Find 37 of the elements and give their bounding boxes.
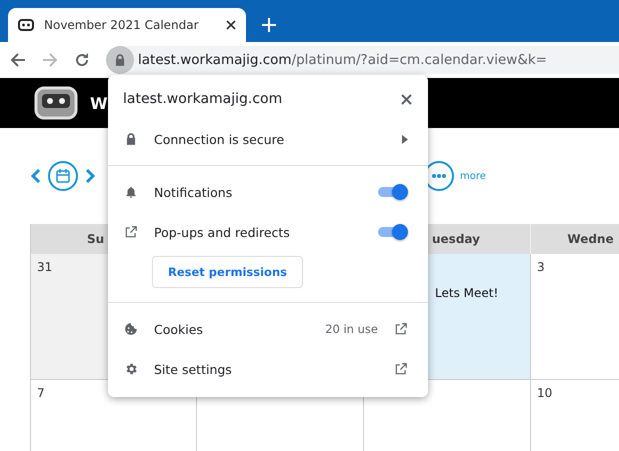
permission-toggle[interactable] (376, 224, 408, 240)
external-link-icon (124, 225, 138, 239)
close-button[interactable] (401, 94, 412, 104)
app-title: W (90, 94, 108, 112)
day-number: 3 (537, 260, 546, 274)
link-label[interactable]: Cookies (154, 322, 310, 336)
popup-title: latest.workamajig.com (123, 91, 282, 107)
cookie-icon (124, 322, 138, 336)
lock-button[interactable] (106, 46, 134, 74)
robot-face-icon (18, 19, 34, 31)
lock-icon (124, 132, 138, 146)
address-bar[interactable]: latest.workamajig.com/platinum/?aid=cm.calendar.view&k= (106, 46, 619, 74)
day-number: 10 (537, 386, 554, 400)
weekday-header: Wedne (531, 224, 619, 254)
reload-button[interactable] (74, 52, 90, 68)
plus-icon[interactable] (262, 18, 276, 32)
permission-label: Notifications (154, 184, 234, 200)
settings-icon (124, 362, 138, 376)
triangle-right-icon (402, 134, 408, 144)
bell-icon (124, 185, 138, 199)
tab-title: November 2021 Calendar (44, 18, 200, 32)
chevron-right-icon[interactable] (84, 168, 96, 184)
permission-toggle[interactable] (376, 184, 408, 200)
close-icon[interactable] (226, 20, 236, 30)
back-button[interactable] (10, 52, 26, 68)
chevron-left-icon[interactable] (30, 168, 42, 184)
browser-tab[interactable]: November 2021 Calendar (8, 8, 246, 42)
external-link-icon (394, 362, 408, 376)
calendar-icon (55, 168, 71, 184)
external-link-icon (394, 322, 408, 336)
reset-permissions-button[interactable]: Reset permissions (152, 256, 303, 288)
connection-row[interactable]: Connection is secure (108, 119, 428, 159)
calendar-button[interactable] (48, 161, 78, 191)
robot-logo-icon (34, 86, 78, 120)
day-number: 7 (37, 386, 46, 400)
lock-icon (113, 53, 127, 67)
dots-icon (431, 173, 447, 179)
